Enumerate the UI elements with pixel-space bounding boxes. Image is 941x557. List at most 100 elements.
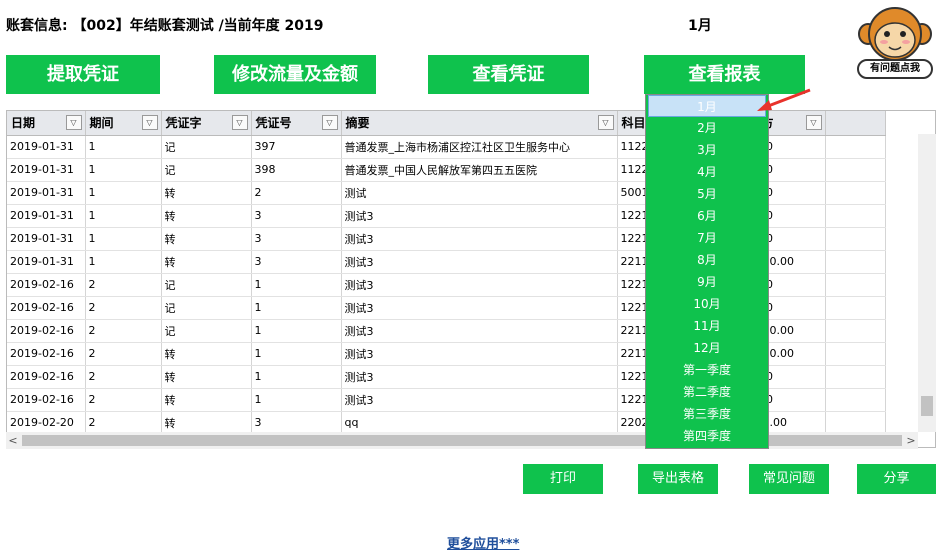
report-menu-item[interactable]: 9月 [646,271,768,293]
table-cell [825,342,886,366]
filter-dropdown-icon[interactable]: ▽ [597,115,614,130]
report-menu-item[interactable]: 1月 [648,95,766,117]
table-cell: 2 [85,342,162,366]
help-label[interactable]: 有问题点我 [857,59,933,79]
table-cell [825,158,886,182]
table-cell [825,204,886,228]
column-header-label: 期间 [89,116,114,131]
table-cell: 转 [161,342,252,366]
table-cell [825,135,886,159]
voucher-grid: 日期▽期间▽凭证字▽凭证号▽摘要▽科目▽称▽借方▽ 2019-01-311记39… [6,110,936,448]
column-header[interactable]: 期间 ▽ [85,111,162,136]
export-table-button[interactable]: 导出表格 [638,464,718,494]
table-cell: 2019-02-20 [7,411,86,435]
report-menu-item[interactable]: 7月 [646,227,768,249]
share-button[interactable]: 分享 [857,464,936,494]
filter-dropdown-icon[interactable]: ▽ [321,115,338,130]
table-cell: 测试3 [341,296,618,320]
table-cell [825,365,886,389]
table-cell: 1 [251,388,342,412]
print-button[interactable]: 打印 [523,464,603,494]
column-header[interactable]: 凭证字 ▽ [161,111,252,136]
table-cell: 3 [251,227,342,251]
table-cell: 398 [251,158,342,182]
table-cell: qq [341,411,618,435]
table-cell: 测试3 [341,204,618,228]
table-cell [825,319,886,343]
view-voucher-button[interactable]: 查看凭证 [428,55,589,94]
table-cell: 测试3 [341,388,618,412]
filter-dropdown-icon[interactable]: ▽ [141,115,158,130]
current-month: 1月 [688,18,712,34]
table-cell: 2019-02-16 [7,296,86,320]
filter-dropdown-icon[interactable]: ▽ [65,115,82,130]
table-cell: 记 [161,158,252,182]
table-cell: 记 [161,273,252,297]
table-cell: 转 [161,411,252,435]
report-menu-item[interactable]: 第四季度 [646,425,768,447]
table-cell [825,227,886,251]
extract-voucher-button[interactable]: 提取凭证 [6,55,160,94]
modify-flow-button[interactable]: 修改流量及金额 [214,55,376,94]
account-info: 账套信息: 【002】年结账套测试 /当前年度 2019 [6,18,324,34]
table-cell: 2019-01-31 [7,135,86,159]
column-header-label: 凭证字 [165,116,202,131]
table-cell: 2019-01-31 [7,227,86,251]
pointer-arrow-icon [757,88,811,111]
report-menu-item[interactable]: 6月 [646,205,768,227]
scroll-left-icon[interactable]: < [6,432,20,449]
report-menu-item[interactable]: 5月 [646,183,768,205]
table-cell: 转 [161,181,252,205]
table-cell: 记 [161,135,252,159]
scrollbar-thumb[interactable] [22,435,902,446]
report-menu-item[interactable]: 4月 [646,161,768,183]
table-cell [825,273,886,297]
table-cell: 记 [161,296,252,320]
column-header[interactable] [825,111,886,136]
table-cell: 1 [85,158,162,182]
table-cell: 测试3 [341,273,618,297]
table-cell: 1 [251,319,342,343]
report-menu-item[interactable]: 第一季度 [646,359,768,381]
vertical-scrollbar[interactable] [918,134,936,432]
column-header-label: 摘要 [345,116,370,131]
report-menu-item[interactable]: 11月 [646,315,768,337]
report-dropdown-menu: 1月 2月 3月 4月 5月 6月 7月 8月 9月 10月 11月 12月 第一季度 第二季度 第三季度第… [645,94,769,449]
report-menu-item[interactable]: 2月 [646,117,768,139]
more-apps-link[interactable]: 更多应用*** [447,533,519,552]
scroll-right-icon[interactable]: > [904,432,918,449]
report-menu-item[interactable]: 8月 [646,249,768,271]
report-menu-item[interactable]: 第三季度 [646,403,768,425]
table-cell [825,181,886,205]
faq-button[interactable]: 常见问题 [749,464,829,494]
report-menu-item[interactable]: 10月 [646,293,768,315]
table-cell: 3 [251,411,342,435]
table-cell: 1 [85,227,162,251]
table-cell: 1 [85,204,162,228]
filter-dropdown-icon[interactable]: ▽ [805,115,822,130]
report-menu-item[interactable]: 3月 [646,139,768,161]
table-cell: 3 [251,250,342,274]
table-cell: 2 [85,273,162,297]
scrollbar-thumb[interactable] [921,396,933,416]
report-menu-item[interactable]: 第二季度 [646,381,768,403]
report-menu-item[interactable]: 12月 [646,337,768,359]
column-header[interactable]: 凭证号 ▽ [251,111,342,136]
column-header[interactable]: 摘要 ▽ [341,111,618,136]
table-cell: 2019-02-16 [7,342,86,366]
table-cell: 2019-02-16 [7,388,86,412]
table-cell: 2019-02-16 [7,319,86,343]
table-cell: 2 [85,411,162,435]
column-header[interactable]: 日期 ▽ [7,111,86,136]
table-cell: 2019-01-31 [7,204,86,228]
table-cell: 1 [251,273,342,297]
table-cell [825,296,886,320]
table-cell: 2 [85,365,162,389]
horizontal-scrollbar[interactable]: < > [6,432,918,449]
filter-dropdown-icon[interactable]: ▽ [231,115,248,130]
column-header-label: 科目 [621,116,646,131]
table-cell: 1 [85,181,162,205]
table-cell: 转 [161,204,252,228]
column-header-label: 日期 [11,116,36,131]
table-cell: 普通发票_中国人民解放军第四五五医院 [341,158,618,182]
